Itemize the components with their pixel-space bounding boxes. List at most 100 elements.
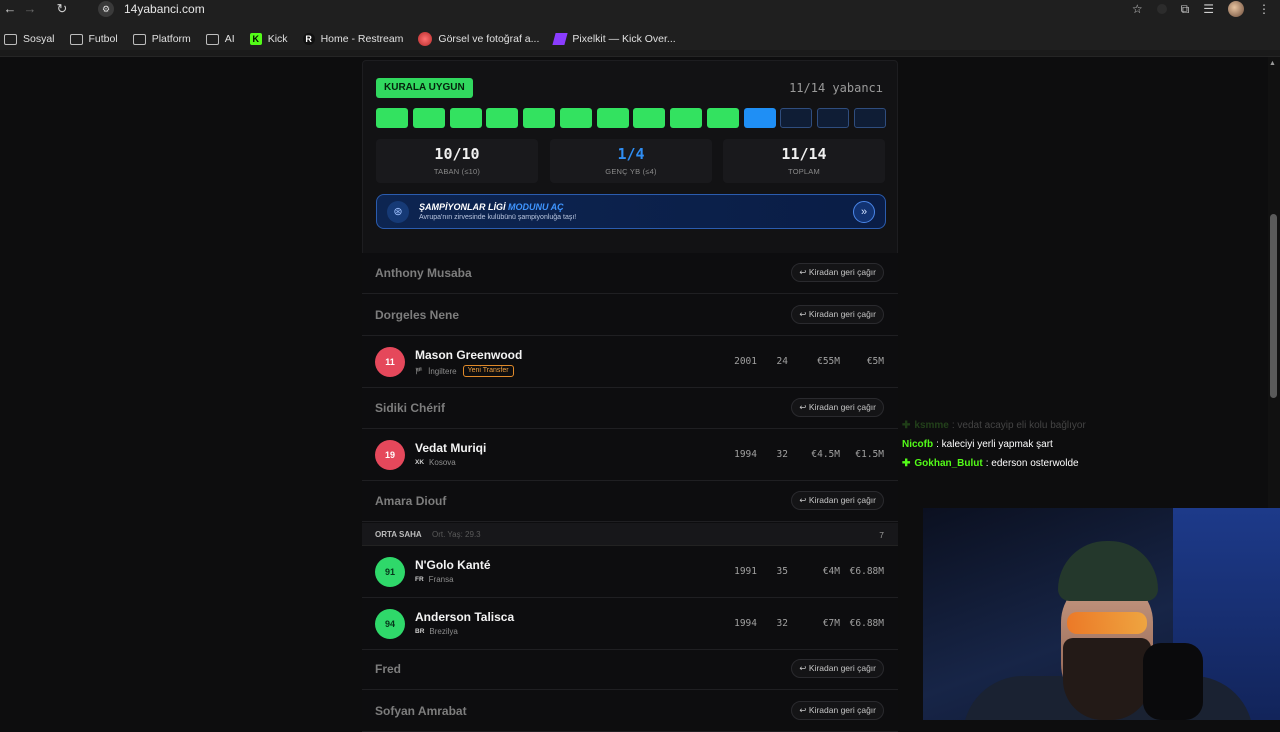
loaned-player-row: Amara Diouf ↩ Kiradan geri çağır xyxy=(362,481,898,522)
flag-icon: 🏴 xyxy=(415,368,424,375)
stat-total-label: TOPLAM xyxy=(788,167,820,176)
flag-icon: FR xyxy=(415,576,424,583)
folder-icon xyxy=(132,33,146,45)
player-name: N'Golo Kanté xyxy=(415,558,491,572)
quota-slot-base xyxy=(376,108,409,128)
scrollbar-thumb[interactable] xyxy=(1270,214,1277,398)
stat-young: 1/4 GENÇ YB (≤4) xyxy=(550,139,712,183)
quota-slot-base xyxy=(633,108,666,128)
chat-text: : kaleciyi yerli yapmak şart xyxy=(936,439,1053,450)
site-settings-icon[interactable]: ⚙ xyxy=(98,1,114,17)
bookmark-item[interactable]: AI xyxy=(205,33,235,45)
quota-slot-base xyxy=(670,108,703,128)
chevron-double-right-icon[interactable]: » xyxy=(853,201,875,223)
nav-buttons: ← → ↻ xyxy=(0,0,72,18)
market-value: €4M xyxy=(822,566,840,577)
flag-icon: BR xyxy=(415,627,425,635)
folder-icon xyxy=(4,33,17,45)
bookmark-item[interactable]: Görsel ve fotoğraf a... xyxy=(418,32,539,46)
stat-young-value: 1/4 xyxy=(617,145,645,163)
nation-name: İngiltere xyxy=(428,366,457,376)
recall-loan-button[interactable]: ↩ Kiradan geri çağır xyxy=(791,700,884,720)
player-row[interactable]: 91 N'Golo Kanté FR Fransa 1991 35 €4M €6.88M xyxy=(362,546,898,598)
chat-username: ksmme xyxy=(914,420,949,431)
chat-message: ✚ Gokhan_Bulut: ederson osterwolde xyxy=(902,454,1262,473)
player-row[interactable]: 94 Anderson Talisca BR Brezilya 1994 32 €7M €6.… xyxy=(362,598,898,650)
champions-title: ŞAMPİYONLAR LİGİ MODUNU AÇ xyxy=(419,202,564,212)
stat-young-label: GENÇ YB (≤4) xyxy=(605,167,657,176)
market-value: €7M xyxy=(822,617,840,629)
bookmark-item[interactable]: Futbol xyxy=(69,33,118,45)
player-age: 32 xyxy=(776,617,788,629)
wage: €6.88M xyxy=(849,566,884,577)
bookmark-star-icon[interactable]: ☆ xyxy=(1132,2,1143,16)
section-title: ORTA SAHA xyxy=(375,530,422,539)
bookmark-item[interactable]: K Kick xyxy=(249,33,288,45)
stat-base: 10/10 TABAN (≤10) xyxy=(376,139,538,183)
position-section-header: ORTA SAHA Ort. Yaş: 29.3 7 xyxy=(362,523,898,546)
player-stats: 1994 32 €7M €6.88M xyxy=(717,618,884,629)
bookmark-label: Kick xyxy=(267,33,288,45)
wage: €1.5M xyxy=(855,449,884,460)
player-nationality: XK Kosova xyxy=(415,458,456,467)
reload-icon[interactable]: ↻ xyxy=(52,0,72,18)
rating-badge: 19 xyxy=(375,440,405,470)
restream-icon: R xyxy=(302,33,315,45)
bookmark-label: AI xyxy=(224,33,235,45)
quota-slot-base xyxy=(559,108,592,128)
plus-badge-icon: ✚ xyxy=(902,458,911,469)
player-stats: 2001 24 €55M €5M xyxy=(717,356,884,367)
scroll-up-icon[interactable]: ▲ xyxy=(1269,60,1276,67)
birth-year: 1991 xyxy=(734,566,757,577)
cam-cap xyxy=(1058,541,1158,601)
player-age: 35 xyxy=(776,566,788,577)
cam-glasses xyxy=(1067,612,1147,634)
extensions-icon[interactable]: ⧉ xyxy=(1181,2,1190,17)
wage: €6.88M xyxy=(849,617,884,629)
address-bar[interactable]: ⚙ 14yabanci.com xyxy=(98,0,205,18)
reading-list-icon[interactable]: ☰ xyxy=(1203,2,1214,16)
player-age: 24 xyxy=(776,356,788,367)
stat-total-value: 11/14 xyxy=(781,145,827,163)
player-name: Sofyan Amrabat xyxy=(375,703,467,718)
player-name: Vedat Muriqi xyxy=(415,441,487,455)
quota-slots xyxy=(376,108,886,128)
nation-name: Brezilya xyxy=(429,626,458,636)
recall-loan-button[interactable]: ↩ Kiradan geri çağır xyxy=(791,263,884,282)
quota-slot-base xyxy=(706,108,739,128)
quota-slot-young xyxy=(743,108,776,128)
new-transfer-tag: Yeni Transfer xyxy=(462,365,514,377)
player-age: 32 xyxy=(776,449,788,460)
loaned-player-row: Anthony Musaba ↩ Kiradan geri çağır xyxy=(362,253,898,294)
chat-text: : ederson osterwolde xyxy=(985,458,1079,469)
player-stats: 1994 32 €4.5M €1.5M xyxy=(717,449,884,460)
section-count: 7 xyxy=(879,530,884,540)
rating-badge: 91 xyxy=(375,557,405,587)
forward-icon[interactable]: → xyxy=(20,0,40,18)
bookmark-item[interactable]: Pixelkit — Kick Over... xyxy=(552,33,676,45)
quota-slot-empty xyxy=(853,108,886,128)
quota-slot-empty xyxy=(817,108,850,128)
bookmark-item[interactable]: R Home - Restream xyxy=(302,33,403,45)
profile-avatar[interactable] xyxy=(1228,1,1244,17)
bookmark-item[interactable]: Platform xyxy=(132,33,191,45)
recall-loan-button[interactable]: ↩ Kiradan geri çağır xyxy=(791,659,884,678)
champions-league-banner[interactable]: ⊛ ŞAMPİYONLAR LİGİ MODUNU AÇ Avrupa'nın … xyxy=(376,194,886,229)
recall-loan-button[interactable]: ↩ Kiradan geri çağır xyxy=(791,490,884,510)
image-search-icon xyxy=(418,32,433,46)
squad-list: Anthony Musaba ↩ Kiradan geri çağır Dorgel… xyxy=(362,253,898,732)
extension-dot-icon[interactable] xyxy=(1156,4,1167,14)
player-name: Anthony Musaba xyxy=(375,266,472,280)
cam-beard xyxy=(1063,638,1151,720)
player-row[interactable]: 19 Vedat Muriqi XK Kosova 1994 32 €4.5M €1.5M xyxy=(362,429,898,481)
player-row[interactable]: 11 Mason Greenwood 🏴 İngiltere Yeni Transfer… xyxy=(362,336,898,388)
player-name: Sidiki Chérif xyxy=(375,400,446,415)
back-icon[interactable]: ← xyxy=(0,0,20,18)
player-name: Anderson Talisca xyxy=(415,609,515,624)
menu-kebab-icon[interactable]: ⋮ xyxy=(1258,2,1270,16)
browser-tools: ☆ ⧉ ☰ ⋮ xyxy=(1132,0,1270,18)
bookmark-item[interactable]: Sosyal xyxy=(4,33,55,45)
recall-loan-button[interactable]: ↩ Kiradan geri çağır xyxy=(791,304,884,324)
quota-slot-empty xyxy=(780,108,813,128)
recall-loan-button[interactable]: ↩ Kiradan geri çağır xyxy=(791,397,884,417)
